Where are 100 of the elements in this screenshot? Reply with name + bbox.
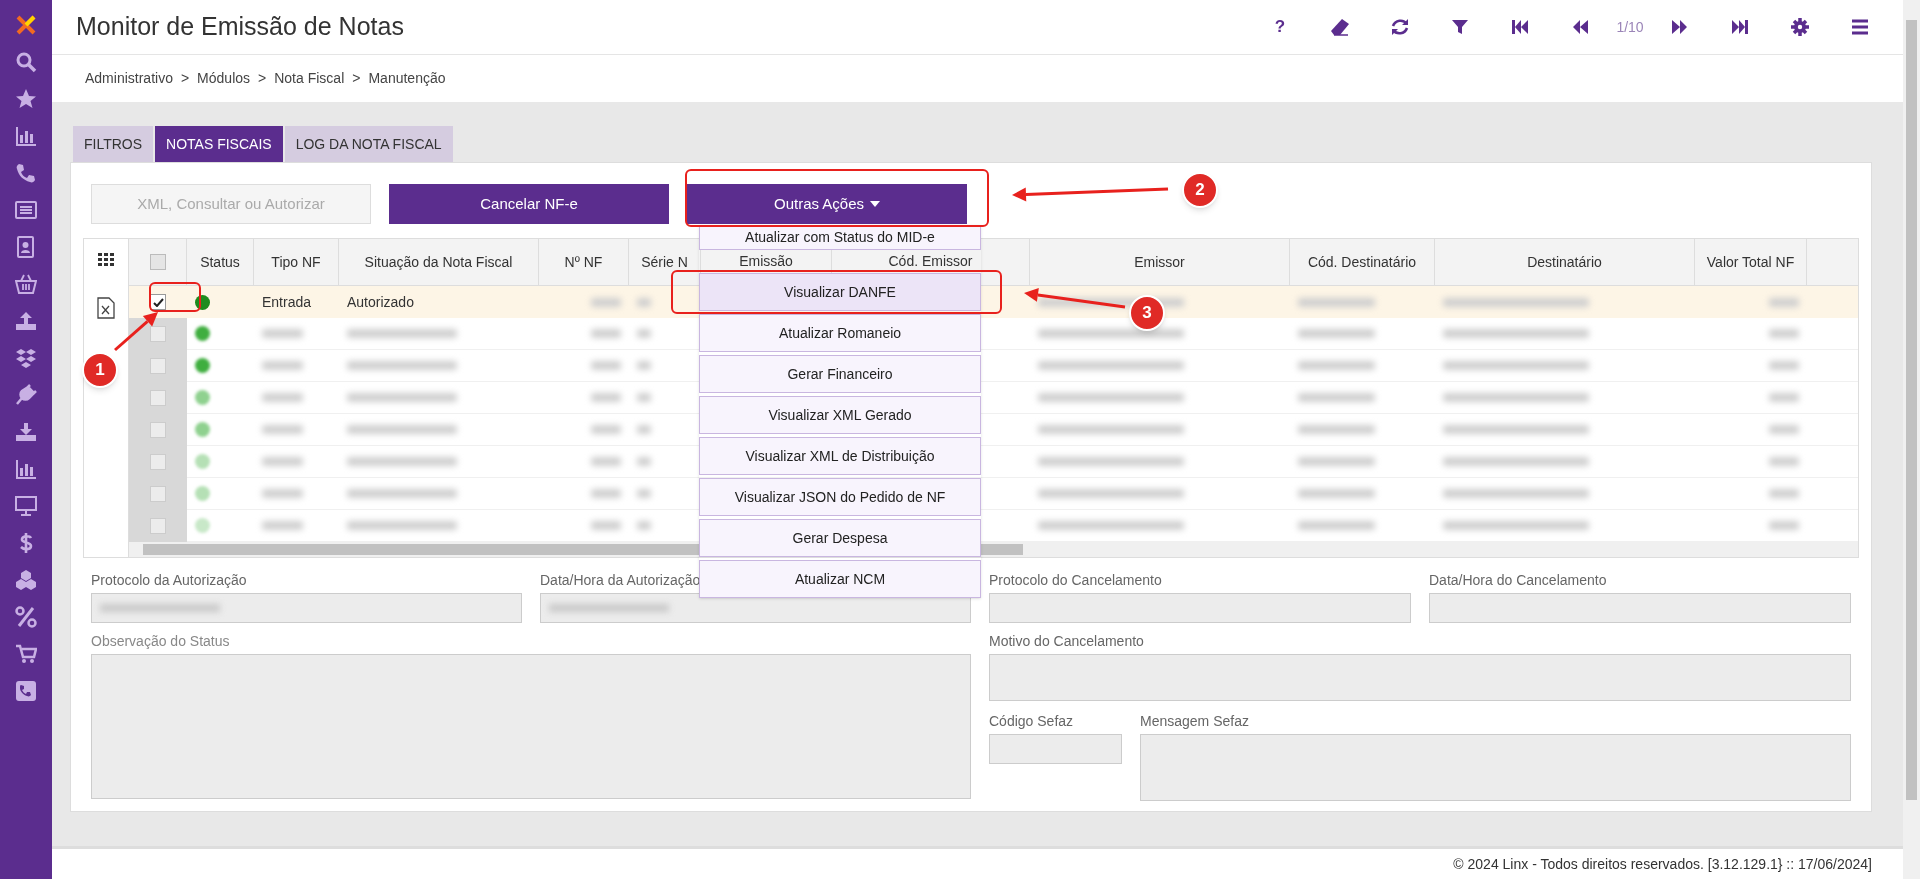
redacted-text — [591, 393, 621, 403]
redacted-text — [637, 329, 651, 339]
plug-icon[interactable] — [15, 384, 37, 406]
redacted-text — [591, 361, 621, 371]
menu-item[interactable]: Visualizar XML de Distribuição — [699, 437, 981, 475]
redacted-text — [591, 489, 621, 499]
cubes-icon[interactable] — [15, 569, 37, 591]
monitor-icon[interactable] — [15, 495, 37, 517]
bar-chart-icon[interactable] — [15, 125, 37, 147]
cancel-date-field[interactable] — [1429, 593, 1851, 623]
redacted-text — [262, 489, 304, 499]
upload-icon[interactable] — [15, 310, 37, 332]
phone-icon[interactable] — [15, 162, 37, 184]
column-header[interactable]: Emissor — [1134, 251, 1185, 273]
redacted-text — [1769, 521, 1799, 531]
menu-item[interactable]: Visualizar JSON do Pedido de NF — [699, 478, 981, 516]
menu-item[interactable]: Atualizar com Status do MID-e — [699, 225, 981, 250]
column-header[interactable]: Destinatário — [1527, 251, 1602, 273]
redacted-text — [637, 457, 651, 467]
breadcrumb-link[interactable]: Manutenção — [368, 68, 446, 89]
checkbox[interactable] — [150, 325, 166, 342]
redacted-text — [1769, 329, 1799, 339]
redacted-text — [262, 361, 304, 371]
redacted-text — [1769, 457, 1799, 467]
dropdown-button[interactable]: Outras Ações — [687, 184, 967, 224]
tab[interactable]: FILTROS — [73, 126, 154, 162]
column-header[interactable]: Valor Total NF — [1706, 251, 1795, 273]
breadcrumb-link[interactable]: Módulos — [197, 68, 251, 89]
checkbox[interactable] — [150, 453, 166, 470]
checkbox[interactable] — [150, 517, 166, 534]
action-button[interactable]: Cancelar NF-e — [389, 184, 669, 224]
checkbox[interactable] — [150, 389, 166, 406]
tab[interactable]: LOG DA NOTA FISCAL — [284, 126, 453, 162]
logo-icon[interactable] — [15, 14, 37, 36]
menu-item[interactable]: Atualizar Romaneio — [699, 314, 981, 352]
checkbox[interactable] — [150, 485, 166, 502]
first-page-icon[interactable] — [1510, 17, 1530, 37]
column-header[interactable]: Cód. Emissor — [888, 251, 973, 273]
menu-item[interactable]: Gerar Despesa — [699, 519, 981, 557]
help-button[interactable]: ? — [1250, 14, 1310, 40]
redacted-text — [1769, 425, 1799, 435]
cart-icon[interactable] — [15, 643, 37, 665]
column-header[interactable]: Emissão — [739, 251, 793, 273]
search-icon[interactable] — [15, 51, 37, 73]
field-label: Protocolo da Autorização — [91, 571, 247, 590]
breadcrumb-link[interactable]: Administrativo — [85, 68, 173, 89]
cancel-reason-field[interactable] — [989, 654, 1851, 701]
checkbox[interactable] — [150, 421, 166, 438]
page-indicator: 1/10 — [1615, 17, 1645, 37]
menu-item[interactable]: Atualizar NCM — [699, 560, 981, 598]
next-page-icon[interactable] — [1670, 17, 1690, 37]
breadcrumb-separator: > — [258, 69, 267, 88]
menu-item[interactable]: Gerar Financeiro — [699, 355, 981, 393]
percent-icon[interactable] — [15, 606, 37, 628]
boxes-icon[interactable] — [15, 347, 37, 369]
redacted-text — [262, 521, 304, 531]
column-header[interactable]: Nº NF — [564, 251, 603, 273]
cancel-protocol-field[interactable] — [989, 593, 1411, 623]
bar-chart-icon[interactable] — [15, 458, 37, 480]
list-icon[interactable] — [15, 199, 37, 221]
column-header[interactable]: Tipo NF — [271, 251, 321, 273]
redacted-text — [637, 521, 651, 531]
checkbox[interactable] — [149, 254, 166, 271]
settings-icon[interactable] — [1790, 17, 1810, 37]
highlight-box — [149, 282, 201, 312]
phone-icon[interactable] — [15, 680, 37, 702]
redacted-text — [591, 521, 621, 531]
page-title: Monitor de Emissão de Notas — [76, 11, 404, 43]
field-label: Protocolo do Cancelamento — [989, 571, 1162, 590]
column-header[interactable]: Série N — [641, 251, 688, 273]
field-label: Motivo do Cancelamento — [989, 632, 1145, 651]
menu-item[interactable]: Visualizar DANFE — [699, 273, 981, 311]
download-icon[interactable] — [15, 421, 37, 443]
status-note-field[interactable] — [91, 654, 971, 799]
sefaz-code-field[interactable] — [989, 734, 1122, 764]
star-icon[interactable] — [15, 88, 37, 110]
table-cell-text: Autorizado — [347, 292, 414, 312]
copyright-text: © 2024 Linx - Todos direitos reservados. [3.12.129.1} :: 17/06/2024] — [1453, 854, 1872, 874]
tab[interactable]: NOTAS FISCAIS — [155, 126, 283, 162]
checkbox[interactable] — [150, 357, 166, 374]
field-label: Data/Hora da Autorização — [540, 571, 701, 590]
menu-item[interactable]: Visualizar XML Gerado — [699, 396, 981, 434]
grid-icon[interactable] — [98, 253, 114, 267]
column-header[interactable]: Status — [200, 251, 240, 273]
last-page-icon[interactable] — [1730, 17, 1750, 37]
basket-icon[interactable] — [15, 273, 37, 295]
breadcrumb-link[interactable]: Nota Fiscal — [274, 68, 345, 89]
contact-book-icon[interactable] — [15, 236, 37, 258]
excel-export-icon[interactable] — [97, 297, 115, 319]
field-label: Observação do Status — [91, 632, 231, 651]
eraser-icon[interactable] — [1330, 17, 1350, 37]
column-header[interactable]: Cód. Destinatário — [1307, 251, 1417, 273]
vertical-scrollbar[interactable] — [1903, 0, 1920, 879]
refresh-icon[interactable] — [1390, 17, 1410, 37]
filter-icon[interactable] — [1450, 17, 1470, 37]
menu-icon[interactable] — [1850, 17, 1870, 37]
table-cell-text: Entrada — [262, 292, 312, 312]
column-header[interactable]: Situação da Nota Fiscal — [364, 251, 513, 273]
sefaz-message-field[interactable] — [1140, 734, 1851, 801]
authorization-protocol-field[interactable] — [91, 593, 522, 623]
